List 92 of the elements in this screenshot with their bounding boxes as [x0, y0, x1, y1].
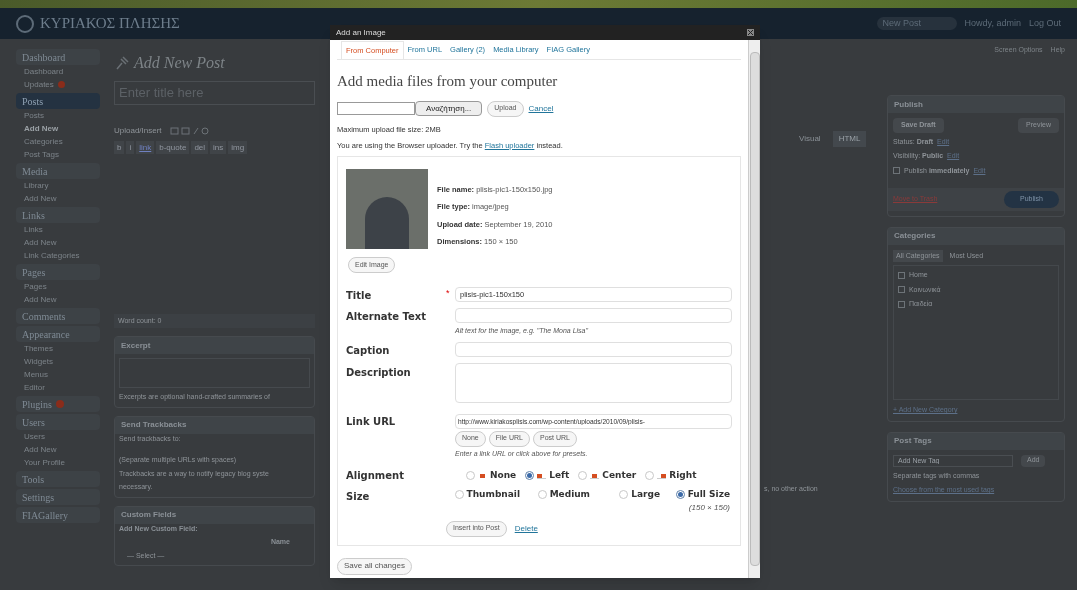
delete-link[interactable]: Delete: [514, 522, 538, 535]
submenu-item[interactable]: Dashboard: [16, 65, 100, 78]
size-label: Medium: [549, 488, 590, 501]
box-title: Send Trackbacks: [115, 416, 314, 434]
submenu-item[interactable]: Add New: [16, 122, 100, 135]
submenu-item[interactable]: Users: [16, 430, 100, 443]
menu-heading[interactable]: Tools: [16, 471, 100, 487]
submenu-item[interactable]: Your Profile: [16, 456, 100, 469]
browse-button[interactable]: Αναζήτηση...: [415, 101, 483, 116]
quicktag-button[interactable]: i: [126, 141, 135, 154]
menu-heading[interactable]: Links: [16, 207, 100, 223]
submenu-item[interactable]: Widgets: [16, 355, 100, 368]
submenu-item[interactable]: Editor: [16, 381, 100, 394]
menu-heading[interactable]: Media: [16, 163, 100, 179]
submenu-item[interactable]: Updates: [16, 78, 100, 91]
box-title: Custom Fields: [115, 506, 314, 524]
calendar-icon: [893, 167, 900, 175]
field-label: Description: [346, 365, 412, 380]
close-icon[interactable]: [747, 29, 754, 36]
box-title: Post Tags: [888, 432, 1064, 450]
submenu-item[interactable]: Library: [16, 179, 100, 192]
pin-icon: [114, 55, 130, 71]
field-label: Caption: [346, 343, 391, 358]
alignment-icon: [657, 472, 667, 479]
quicktag-button[interactable]: b: [114, 141, 125, 154]
logout-link[interactable]: Log Out: [1028, 16, 1061, 31]
update-badge-icon: [57, 81, 65, 88]
quicktag-button[interactable]: ins: [210, 141, 227, 154]
size-dimensions: (150 × 150): [688, 501, 730, 514]
submenu-item[interactable]: Add New: [16, 293, 100, 306]
site-title[interactable]: ΚΥΡΙΑΚΟΣ ΠΛΗΣΗΣ: [40, 12, 180, 35]
size-label: Large: [631, 488, 660, 501]
menu-heading[interactable]: Posts: [16, 93, 100, 109]
box-title: Categories: [888, 227, 1064, 245]
menu-heading[interactable]: FIAGallery: [16, 507, 100, 523]
alignment-label: Center: [602, 468, 637, 482]
menu-heading[interactable]: Dashboard: [16, 49, 100, 65]
field-label: Title: [346, 289, 373, 303]
submenu-item[interactable]: Pages: [16, 280, 100, 293]
page-title: Add New Post: [134, 53, 225, 73]
size-label: Thumbnail: [466, 488, 520, 501]
submenu-item[interactable]: Posts: [16, 109, 100, 122]
text-field[interactable]: [455, 341, 732, 357]
box-title: Excerpt: [115, 337, 314, 354]
alignment-icon: [478, 472, 487, 479]
box-title: Publish: [888, 96, 1064, 113]
alignment-label: Left: [549, 468, 570, 482]
menu-heading[interactable]: Settings: [16, 489, 100, 505]
submenu-item[interactable]: Add New: [16, 236, 100, 249]
submenu-item[interactable]: Themes: [16, 342, 100, 355]
editor-mode-tab[interactable]: Visual: [793, 131, 827, 147]
text-field[interactable]: [455, 308, 732, 323]
menu-heading[interactable]: Appearance: [16, 326, 100, 342]
submenu-item[interactable]: Menus: [16, 368, 100, 381]
submenu-item[interactable]: Add New: [16, 192, 100, 205]
required-mark: *: [446, 288, 450, 298]
submenu-item[interactable]: Categories: [16, 135, 100, 148]
field-label: Alignment: [346, 469, 405, 483]
quicktag-button[interactable]: b-quote: [156, 141, 190, 154]
editor-mode-tab[interactable]: HTML: [832, 131, 867, 147]
wordpress-logo-icon: [16, 14, 34, 33]
field-label: Size: [346, 490, 371, 504]
alignment-label: Right: [669, 468, 697, 482]
alignment-icon: [590, 472, 600, 479]
description-field[interactable]: [455, 362, 732, 403]
size-label: Full Size: [687, 488, 730, 501]
update-badge-icon: [56, 400, 64, 408]
quicktag-button[interactable]: link: [136, 141, 155, 154]
quicktag-button[interactable]: del: [191, 141, 209, 154]
upload-insert-label: Upload/Insert: [114, 125, 162, 137]
submenu-item[interactable]: Add New: [16, 443, 100, 456]
submenu-item[interactable]: Post Tags: [16, 148, 100, 161]
category-checkbox[interactable]: [898, 286, 905, 294]
alignment-label: None: [490, 468, 517, 482]
cancel-link[interactable]: Cancel: [528, 102, 554, 115]
quicktag-button[interactable]: img: [228, 141, 248, 154]
alignment-icon: [537, 472, 547, 479]
menu-heading[interactable]: Users: [16, 414, 100, 430]
category-checkbox[interactable]: [898, 271, 905, 279]
dialog-title: Add an Image: [336, 26, 386, 39]
field-label: Link URL: [346, 414, 397, 429]
category-checkbox[interactable]: [898, 300, 905, 308]
dialog-heading: Add media files from your computer: [337, 72, 559, 91]
file-input[interactable]: [337, 102, 415, 115]
save-all-changes-button[interactable]: Save all changes: [337, 557, 412, 575]
field-label: Alternate Text: [346, 310, 428, 324]
menu-heading[interactable]: Comments: [16, 308, 100, 324]
menu-heading[interactable]: Pages: [16, 264, 100, 280]
scrollbar[interactable]: [748, 40, 760, 578]
greeting: Howdy, admin: [964, 16, 1021, 30]
media-icons[interactable]: [169, 127, 210, 135]
menu-heading[interactable]: Plugins: [16, 396, 100, 412]
